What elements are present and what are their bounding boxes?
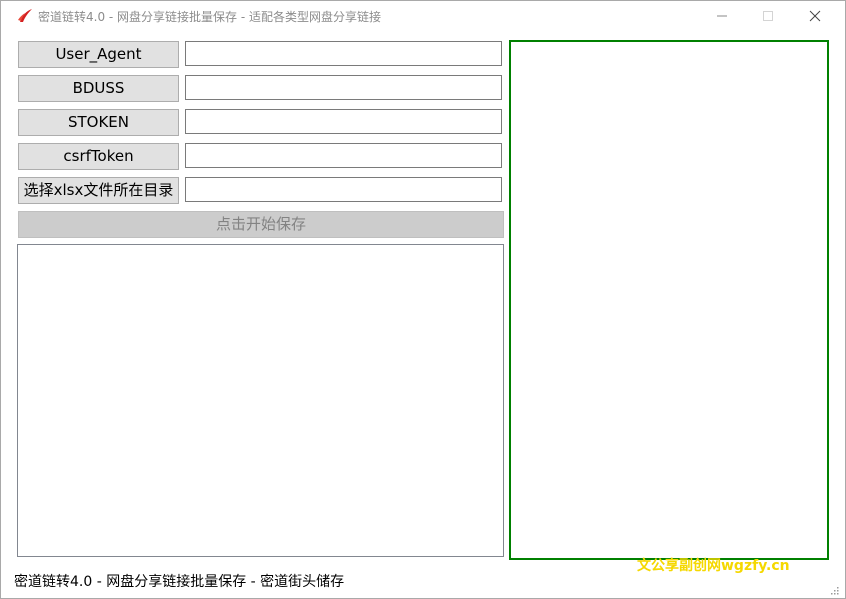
close-button[interactable] bbox=[792, 1, 838, 31]
window-title: 密道链转4.0 - 网盘分享链接批量保存 - 适配各类型网盘分享链接 bbox=[38, 10, 382, 24]
app-window: 密道链转4.0 - 网盘分享链接批量保存 - 适配各类型网盘分享链接 User_… bbox=[0, 0, 846, 599]
start-save-button[interactable]: 点击开始保存 bbox=[18, 211, 504, 238]
stoken-button[interactable]: STOKEN bbox=[18, 109, 179, 136]
minimize-icon bbox=[717, 15, 727, 17]
maximize-icon bbox=[763, 11, 773, 21]
maximize-button[interactable] bbox=[745, 1, 791, 31]
stoken-field[interactable] bbox=[185, 109, 502, 134]
preview-pane bbox=[509, 40, 829, 560]
csrf-token-field[interactable] bbox=[185, 143, 502, 168]
bduss-field[interactable] bbox=[185, 75, 502, 100]
resize-grip-icon[interactable] bbox=[829, 585, 839, 595]
xlsx-dir-field[interactable] bbox=[185, 177, 502, 202]
watermark: 文公享副创网wgzfy.cn bbox=[637, 558, 790, 574]
status-bar-text: 密道链转4.0 - 网盘分享链接批量保存 - 密道街头储存 bbox=[14, 574, 345, 590]
user-agent-button[interactable]: User_Agent bbox=[18, 41, 179, 68]
user-agent-field[interactable] bbox=[185, 41, 502, 66]
close-icon bbox=[809, 10, 821, 22]
bduss-button[interactable]: BDUSS bbox=[18, 75, 179, 102]
log-textarea[interactable] bbox=[17, 244, 504, 557]
title-bar[interactable]: 密道链转4.0 - 网盘分享链接批量保存 - 适配各类型网盘分享链接 bbox=[1, 1, 845, 31]
minimize-button[interactable] bbox=[699, 1, 745, 31]
select-xlsx-dir-button[interactable]: 选择xlsx文件所在目录 bbox=[18, 177, 179, 204]
csrf-token-button[interactable]: csrfToken bbox=[18, 143, 179, 170]
red-swoosh-icon bbox=[17, 8, 33, 24]
